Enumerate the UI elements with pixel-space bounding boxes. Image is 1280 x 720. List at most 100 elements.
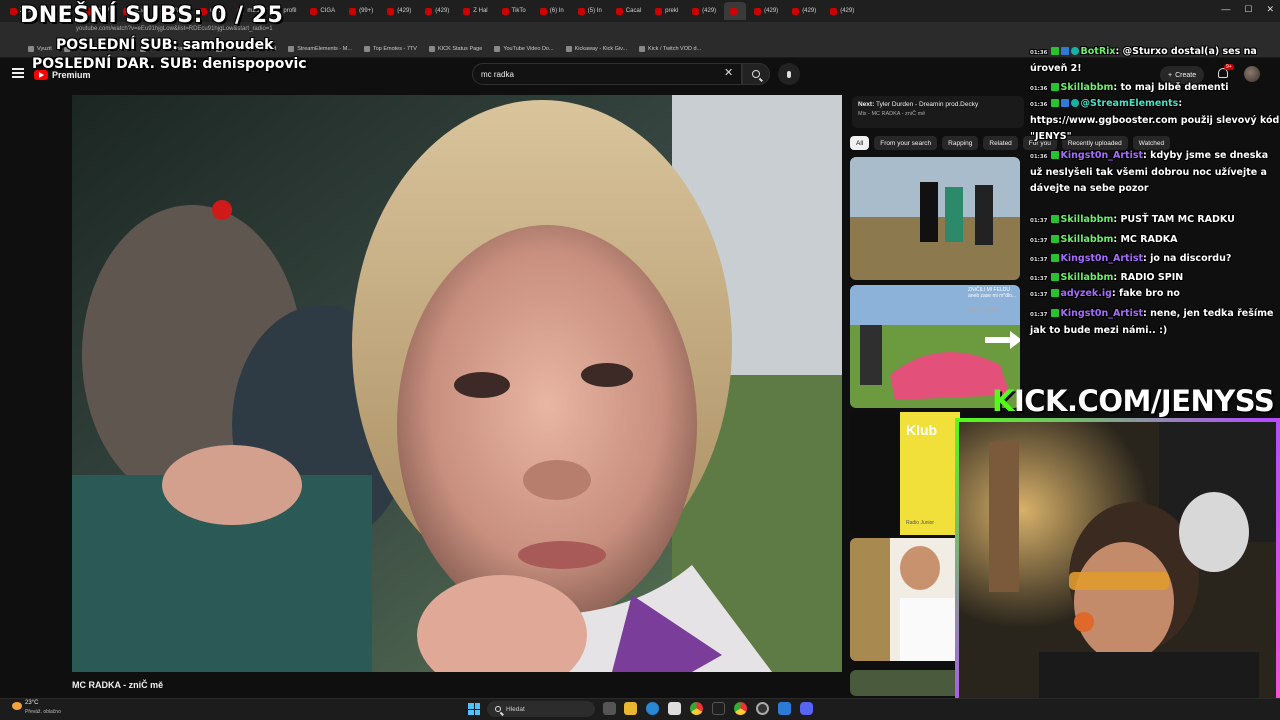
browser-tab[interactable]: (429)	[419, 2, 455, 20]
tab-label: prekl	[665, 8, 679, 14]
chat-timestamp: 01:36	[1030, 102, 1048, 108]
bookmark-label: Top Emotes - 7TV	[372, 45, 417, 52]
kick-badge-icon	[1050, 309, 1059, 317]
filter-chip[interactable]: Related	[983, 136, 1018, 150]
browser-tab[interactable]: (99+)	[343, 2, 379, 20]
tab-favicon-icon	[539, 7, 547, 15]
moderator-badge-icon	[1070, 99, 1079, 107]
browser-tab[interactable]: (5) In	[572, 2, 608, 20]
hamburger-menu-icon[interactable]	[12, 68, 24, 78]
bookmark-label: Kick / Twitch VOD d...	[648, 45, 702, 52]
browser-tab[interactable]: TikTo	[496, 2, 532, 20]
tab-favicon-icon	[792, 7, 800, 15]
terminal-icon[interactable]	[712, 702, 725, 715]
browser-tab[interactable]: (429)	[686, 2, 722, 20]
tab-label: Z Hal	[473, 8, 488, 14]
chat-username: Skillabbm	[1060, 214, 1114, 225]
browser-tab[interactable]: Cacal	[610, 2, 647, 20]
tab-favicon-icon	[387, 7, 395, 15]
bookmark-item[interactable]: Kickaway - Kick Giv...	[565, 45, 627, 52]
bookmark-item[interactable]: YouTube Video Do...	[494, 45, 554, 52]
chat-text: : to maj blbě dementi	[1113, 82, 1229, 93]
browser-tab[interactable]: CIGA	[304, 2, 341, 20]
chat-username: Skillabbm	[1060, 82, 1114, 93]
close-icon[interactable]: ✕	[1266, 4, 1274, 15]
chat-username: Kingst0n_Artist	[1060, 308, 1144, 319]
app-icon[interactable]	[778, 702, 791, 715]
browser-tab[interactable]: (429)	[786, 2, 822, 20]
kick-badge-icon	[1050, 47, 1059, 55]
browser-tab[interactable]: prekl	[649, 2, 684, 20]
microphone-icon	[787, 70, 791, 78]
recommended-thumbnail-1[interactable]	[850, 157, 1020, 280]
chrome-icon[interactable]	[734, 702, 747, 715]
filter-chip[interactable]: Rapping	[942, 136, 979, 150]
tab-label: (429)	[802, 8, 817, 14]
up-next-card[interactable]: Next: Tyler Durden - Dreamin prod.Decky …	[852, 96, 1024, 128]
tab-label: profil	[283, 8, 297, 14]
file-explorer-icon[interactable]	[624, 702, 637, 715]
bookmark-item[interactable]: Vyuzit	[28, 45, 52, 52]
taskbar-search-placeholder: Hledat	[506, 705, 525, 713]
browser-tab[interactable]: (429)	[748, 2, 784, 20]
browser-tab[interactable]: (6) In	[534, 2, 570, 20]
window-controls: — ☐ ✕	[1221, 4, 1274, 15]
kick-badge-icon	[1050, 273, 1059, 281]
windows-taskbar	[0, 698, 1280, 720]
chat-text: : MC RADKA	[1113, 234, 1178, 245]
voice-search-button[interactable]	[778, 63, 800, 85]
bookmark-item[interactable]: Top Emotes - 7TV	[363, 45, 417, 52]
tab-favicon-icon	[754, 7, 762, 15]
browser-tab[interactable]: Z Hal	[457, 2, 493, 20]
klub-subtitle: Radio Junior	[906, 520, 935, 526]
chat-text: : PUSŤ TAM MC RADKU	[1113, 214, 1235, 225]
webcam-image	[959, 422, 1276, 716]
search-button[interactable]	[742, 63, 770, 85]
discord-icon[interactable]	[800, 702, 813, 715]
chat-message: 01:37 Kingst0n_Artist: nene, jen tedka ře…	[1030, 306, 1280, 339]
kick-badge-icon	[1050, 99, 1059, 107]
video-player[interactable]	[72, 95, 842, 672]
task-view-icon[interactable]	[603, 702, 616, 715]
kick-url-k: K	[992, 384, 1014, 418]
windows-start-icon[interactable]	[468, 703, 480, 715]
tab-favicon-icon	[349, 7, 357, 15]
weather-icon[interactable]	[12, 702, 22, 710]
chat-timestamp: 01:36	[1030, 86, 1048, 92]
search-input[interactable]: mc radka	[472, 63, 742, 85]
tab-label: Cacal	[625, 8, 642, 14]
bookmark-item[interactable]: KICK Status Page	[428, 45, 483, 52]
tab-label: (429)	[702, 8, 717, 14]
filter-chip[interactable]: All	[850, 136, 870, 150]
chat-text: : fake bro no	[1111, 288, 1180, 299]
bookmark-item[interactable]: Kick / Twitch VOD d...	[639, 45, 702, 52]
filter-chip[interactable]: From your search	[874, 136, 938, 150]
edge-icon[interactable]	[646, 702, 659, 715]
tab-favicon-icon	[10, 7, 17, 15]
bookmark-item[interactable]: StreamElements - M...	[288, 45, 352, 52]
obs-icon[interactable]	[756, 702, 769, 715]
chat-username: Kingst0n_Artist	[1060, 253, 1144, 264]
chat-timestamp: 01:37	[1030, 257, 1048, 263]
browser-tab[interactable]: (429)	[824, 2, 860, 20]
chat-username: Skillabbm	[1060, 272, 1114, 283]
minimize-icon[interactable]: —	[1221, 4, 1230, 15]
chrome-icon[interactable]	[690, 702, 703, 715]
bookmark-label: KICK Status Page	[437, 45, 483, 52]
taskbar-search[interactable]: Hledat	[487, 701, 595, 717]
bookmark-favicon-icon	[288, 45, 295, 52]
tab-favicon-icon	[830, 7, 838, 15]
store-icon[interactable]	[668, 702, 681, 715]
browser-tab[interactable]: (429)	[381, 2, 417, 20]
bookmark-label: Vyuzit	[37, 45, 52, 52]
chat-message: 01:36 Skillabbm: to maj blbě dementi	[1030, 80, 1280, 97]
chat-message: 01:36 BotRix: @Sturxo dostal(a) ses na úr…	[1030, 44, 1280, 77]
chat-timestamp: 01:36	[1030, 50, 1048, 56]
tab-favicon-icon	[425, 7, 433, 15]
chat-message: 01:37 Kingst0n_Artist: jo na discordu?	[1030, 251, 1280, 268]
browser-tab[interactable]	[724, 2, 747, 20]
tab-favicon-icon	[501, 7, 509, 15]
clear-search-icon[interactable]: ✕	[724, 66, 733, 79]
weather-temperature: 23°C	[25, 700, 39, 706]
maximize-icon[interactable]: ☐	[1244, 4, 1252, 15]
